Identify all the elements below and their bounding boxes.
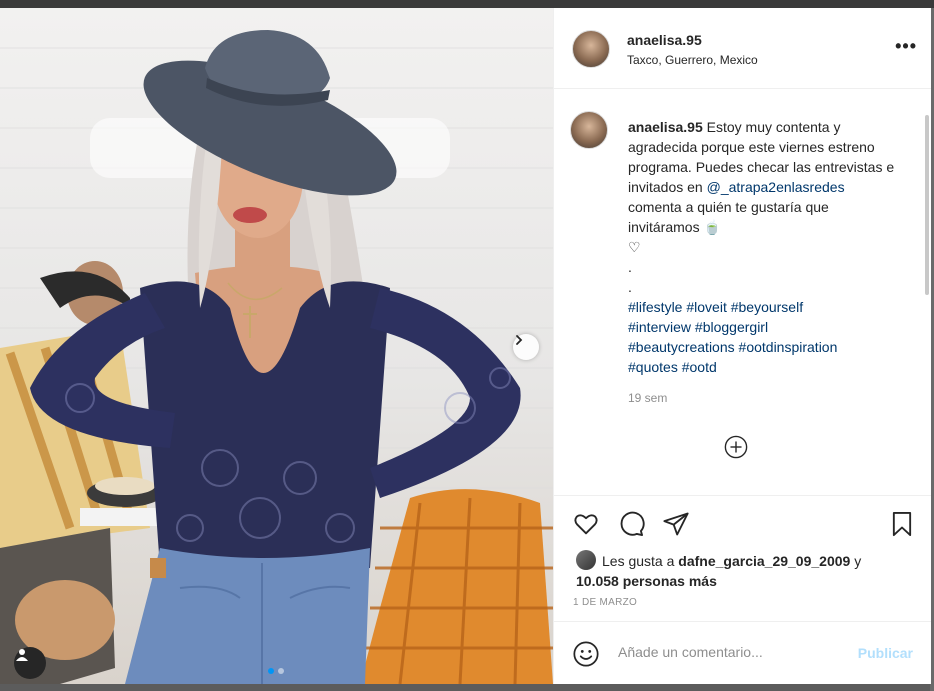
post-header: anaelisa.95 Taxco, Guerrero, Mexico ••• xyxy=(554,8,931,89)
hashtag-link[interactable]: #ootd xyxy=(682,359,717,375)
load-more-comments-button[interactable] xyxy=(724,435,748,459)
user-icon xyxy=(16,649,28,661)
tagged-users-button[interactable] xyxy=(14,647,46,679)
publish-button[interactable]: Publicar xyxy=(858,645,913,661)
comments-scrollbar[interactable] xyxy=(925,115,929,295)
share-icon[interactable] xyxy=(662,510,690,538)
caption-dot: . xyxy=(628,279,632,295)
post-location[interactable]: Taxco, Guerrero, Mexico xyxy=(627,53,758,67)
more-options-icon[interactable]: ••• xyxy=(895,36,917,57)
hashtag-link[interactable]: #beyourself xyxy=(731,299,803,315)
hashtag-link[interactable]: #loveit xyxy=(686,299,726,315)
carousel-dot-active xyxy=(268,668,274,674)
browser-top-strip xyxy=(0,0,934,8)
emoji-smiley-icon[interactable] xyxy=(572,640,600,668)
carousel-dot xyxy=(278,668,284,674)
chevron-right-icon xyxy=(516,335,523,345)
hashtag-link[interactable]: #interview xyxy=(628,319,691,335)
add-comment-section: Publicar xyxy=(554,621,931,685)
likes-joiner: y xyxy=(854,553,862,569)
tea-emoji-icon: 🍵 xyxy=(703,219,721,235)
post-side-panel: anaelisa.95 Taxco, Guerrero, Mexico ••• … xyxy=(553,8,931,684)
caption-body-2: comenta a quién te gustaría que invitára… xyxy=(628,199,829,235)
liker-avatar[interactable] xyxy=(576,550,596,570)
save-bookmark-icon[interactable] xyxy=(888,510,916,538)
caption-username[interactable]: anaelisa.95 xyxy=(628,119,703,135)
author-username[interactable]: anaelisa.95 xyxy=(627,32,702,48)
hashtag-link[interactable]: #lifestyle xyxy=(628,299,682,315)
liker-username[interactable]: dafne_garcia_29_09_2009 xyxy=(678,553,850,569)
likes-summary: Les gusta a dafne_garcia_29_09_2009 y 10… xyxy=(576,550,896,591)
heart-emoji-icon: ♡ xyxy=(628,239,641,255)
like-heart-icon[interactable] xyxy=(572,510,600,538)
likes-others-link[interactable]: 10.058 personas más xyxy=(576,573,717,589)
hashtag-link[interactable]: #beautycreations xyxy=(628,339,735,355)
photo-illustration xyxy=(0,30,553,684)
caption-time-ago[interactable]: 19 sem xyxy=(628,391,667,405)
plus-circle-icon xyxy=(724,435,748,459)
post-date[interactable]: 1 DE MARZO xyxy=(573,597,637,608)
comment-input[interactable] xyxy=(616,643,840,661)
post-actions: Les gusta a dafne_garcia_29_09_2009 y 10… xyxy=(554,495,931,621)
author-avatar[interactable] xyxy=(572,30,610,68)
caption-text: anaelisa.95 Estoy muy contenta y agradec… xyxy=(628,117,898,377)
caption-area: anaelisa.95 Estoy muy contenta y agradec… xyxy=(554,89,931,494)
post-photo[interactable] xyxy=(0,8,553,684)
caption-dot: . xyxy=(628,259,632,275)
hashtag-link[interactable]: #bloggergirl xyxy=(695,319,768,335)
hashtag-link[interactable]: #quotes xyxy=(628,359,678,375)
caption-mention[interactable]: @_atrapa2enlasredes xyxy=(707,179,845,195)
carousel-indicator xyxy=(268,668,284,674)
likes-prefix: Les gusta a xyxy=(602,553,675,569)
caption-avatar[interactable] xyxy=(570,111,608,149)
next-slide-button[interactable] xyxy=(513,334,539,360)
hashtag-link[interactable]: #ootdinspiration xyxy=(739,339,838,355)
comment-icon[interactable] xyxy=(617,510,645,538)
